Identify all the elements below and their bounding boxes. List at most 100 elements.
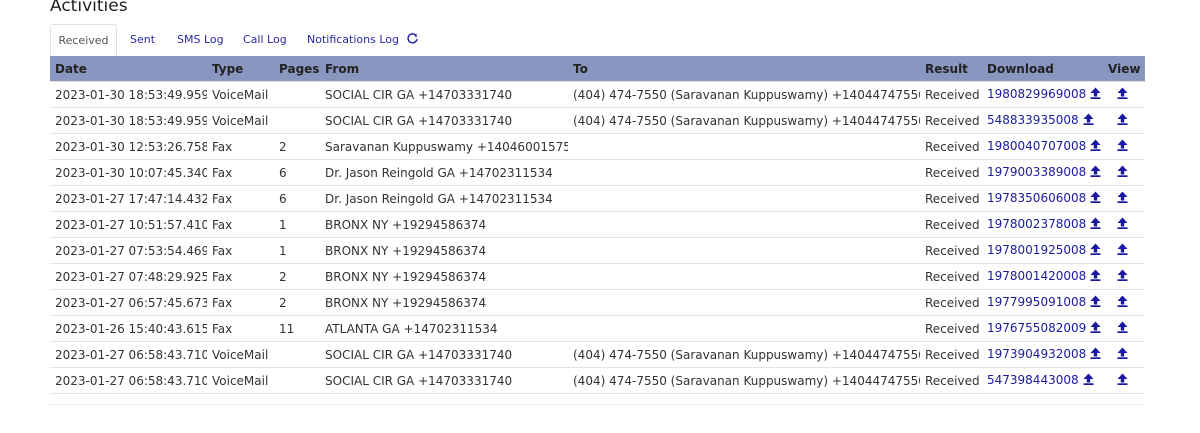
table-row: 2023-01-27 07:48:29.925 Fax 2 BRONX NY +192… — [50, 263, 1145, 290]
cell-pages — [274, 81, 320, 108]
column-header-download[interactable]: Download — [982, 56, 1103, 82]
view-upload-icon[interactable] — [1117, 191, 1128, 206]
table-row: 2023-01-27 06:57:45.673 Fax 2 BRONX NY +192… — [50, 289, 1145, 316]
view-upload-icon[interactable] — [1117, 373, 1128, 388]
download-link[interactable]: 1978001925008 — [987, 243, 1086, 257]
table-bottom-divider — [50, 404, 1145, 405]
upload-icon[interactable] — [1090, 347, 1101, 362]
cell-pages: 2 — [274, 263, 320, 290]
cell-type: VoiceMail — [207, 367, 274, 394]
cell-pages — [274, 341, 320, 368]
upload-icon[interactable] — [1090, 165, 1101, 180]
tab-sms-log[interactable]: SMS Log — [177, 24, 224, 55]
cell-type: VoiceMail — [207, 81, 274, 108]
download-link[interactable]: 1980040707008 — [987, 139, 1086, 153]
upload-icon[interactable] — [1090, 87, 1101, 102]
cell-type: Fax — [207, 315, 274, 342]
cell-view — [1103, 263, 1145, 290]
cell-from: BRONX NY +19294586374 — [320, 211, 568, 238]
column-header-result[interactable]: Result — [920, 56, 982, 82]
cell-from: ATLANTA GA +14702311534 — [320, 315, 568, 342]
upload-icon[interactable] — [1090, 139, 1101, 154]
column-header-date[interactable]: Date — [50, 56, 207, 82]
download-link[interactable]: 1978002378008 — [987, 217, 1086, 231]
table-row: 2023-01-26 15:40:43.615 Fax 11 ATLANTA GA +… — [50, 315, 1145, 342]
cell-pages: 1 — [274, 211, 320, 238]
view-upload-icon[interactable] — [1117, 295, 1128, 310]
cell-type: Fax — [207, 159, 274, 186]
page-title: Activities — [50, 0, 128, 16]
cell-type: Fax — [207, 237, 274, 264]
view-upload-icon[interactable] — [1117, 243, 1128, 258]
cell-view — [1103, 211, 1145, 238]
upload-icon[interactable] — [1090, 243, 1101, 258]
cell-pages: 6 — [274, 185, 320, 212]
cell-to: (404) 474-7550 (Saravanan Kuppuswamy) +1… — [568, 81, 920, 108]
upload-icon[interactable] — [1090, 217, 1101, 232]
cell-pages: 11 — [274, 315, 320, 342]
cell-download: 1978001420008 — [982, 263, 1103, 290]
download-link[interactable]: 1978350606008 — [987, 191, 1086, 205]
upload-icon[interactable] — [1083, 113, 1094, 128]
upload-icon[interactable] — [1083, 373, 1094, 388]
column-header-to[interactable]: To — [568, 56, 920, 82]
cell-pages — [274, 107, 320, 134]
upload-icon[interactable] — [1090, 321, 1101, 336]
view-upload-icon[interactable] — [1117, 321, 1128, 336]
view-upload-icon[interactable] — [1117, 269, 1128, 284]
cell-from: BRONX NY +19294586374 — [320, 237, 568, 264]
cell-result: Received — [920, 107, 982, 134]
cell-pages — [274, 367, 320, 394]
cell-to — [568, 159, 920, 186]
view-upload-icon[interactable] — [1117, 165, 1128, 180]
cell-type: Fax — [207, 133, 274, 160]
column-header-from[interactable]: From — [320, 56, 568, 82]
cell-result: Received — [920, 133, 982, 160]
download-link[interactable]: 1978001420008 — [987, 269, 1086, 283]
cell-to — [568, 211, 920, 238]
cell-from: Dr. Jason Reingold GA +14702311534 — [320, 159, 568, 186]
cell-from: SOCIAL CIR GA +14703331740 — [320, 81, 568, 108]
download-link[interactable]: 1980829969008 — [987, 87, 1086, 101]
cell-type: Fax — [207, 185, 274, 212]
column-header-pages[interactable]: Pages — [274, 56, 320, 82]
tab-received[interactable]: Received — [50, 24, 117, 56]
cell-date: 2023-01-27 06:57:45.673 — [50, 289, 207, 316]
cell-download: 547398443008 — [982, 367, 1103, 394]
table-row: 2023-01-27 10:51:57.410 Fax 1 BRONX NY +192… — [50, 211, 1145, 238]
cell-from: Saravanan Kuppuswamy +14046001575 — [320, 133, 568, 160]
table-row: 2023-01-30 18:53:49.959 VoiceMail SOCIAL C… — [50, 81, 1145, 108]
view-upload-icon[interactable] — [1117, 113, 1128, 128]
cell-result: Received — [920, 367, 982, 394]
upload-icon[interactable] — [1090, 191, 1101, 206]
download-link[interactable]: 547398443008 — [987, 373, 1079, 387]
download-link[interactable]: 1977995091008 — [987, 295, 1086, 309]
view-upload-icon[interactable] — [1117, 87, 1128, 102]
cell-result: Received — [920, 159, 982, 186]
cell-to: (404) 474-7550 (Saravanan Kuppuswamy) +1… — [568, 107, 920, 134]
cell-type: Fax — [207, 211, 274, 238]
download-link[interactable]: 1976755082009 — [987, 321, 1086, 335]
cell-result: Received — [920, 315, 982, 342]
download-link[interactable]: 1973904932008 — [987, 347, 1086, 361]
column-header-type[interactable]: Type — [207, 56, 274, 82]
view-upload-icon[interactable] — [1117, 347, 1128, 362]
activities-table: Date Type Pages From To Result Download … — [50, 56, 1145, 394]
download-link[interactable]: 1979003389008 — [987, 165, 1086, 179]
column-header-view[interactable]: View — [1103, 56, 1145, 82]
view-upload-icon[interactable] — [1117, 139, 1128, 154]
table-row: 2023-01-27 17:47:14.432 Fax 6 Dr. Jason Rei… — [50, 185, 1145, 212]
refresh-icon[interactable] — [406, 25, 418, 56]
upload-icon[interactable] — [1090, 269, 1101, 284]
tab-notifications-log[interactable]: Notifications Log — [307, 24, 418, 55]
cell-pages: 1 — [274, 237, 320, 264]
download-link[interactable]: 548833935008 — [987, 113, 1079, 127]
tab-sent[interactable]: Sent — [130, 24, 155, 55]
table-row: 2023-01-30 12:53:26.758 Fax 2 Saravanan Kup… — [50, 133, 1145, 160]
cell-download: 548833935008 — [982, 107, 1103, 134]
cell-type: Fax — [207, 263, 274, 290]
tab-call-log[interactable]: Call Log — [243, 24, 287, 55]
upload-icon[interactable] — [1090, 295, 1101, 310]
view-upload-icon[interactable] — [1117, 217, 1128, 232]
cell-result: Received — [920, 289, 982, 316]
